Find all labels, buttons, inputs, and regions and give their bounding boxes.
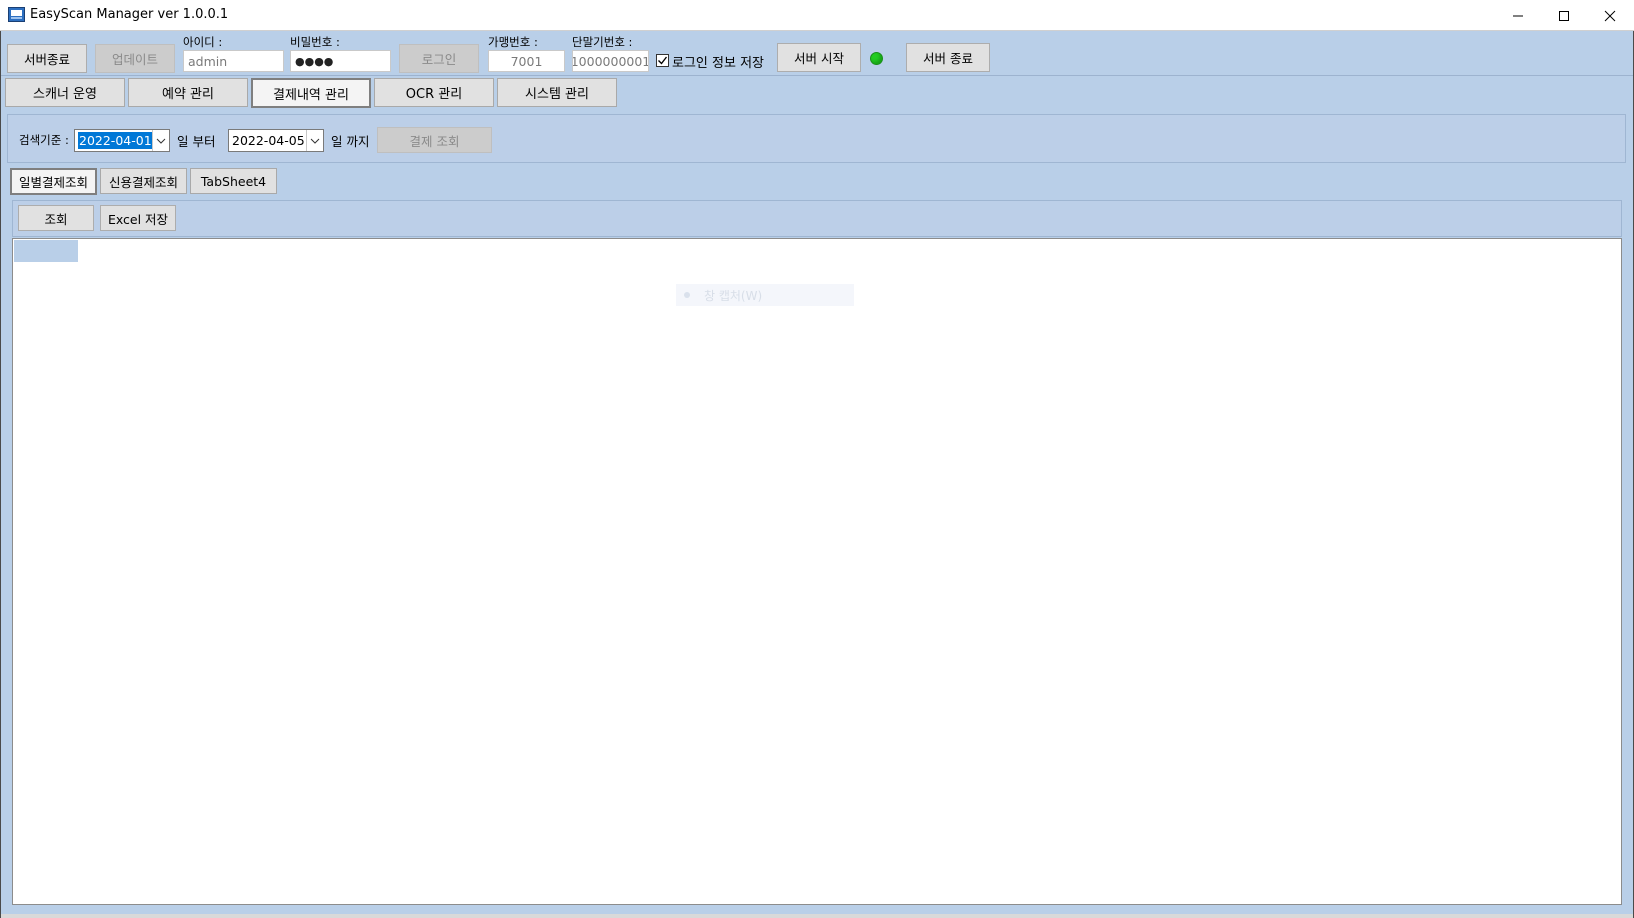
chevron-down-icon[interactable] (306, 130, 323, 151)
grid-header-cell (14, 240, 78, 262)
tab-reservation[interactable]: 예약 관리 (128, 78, 248, 107)
server-status-indicator (870, 52, 883, 65)
password-label: 비밀번호 : (290, 35, 340, 49)
close-icon (1604, 10, 1616, 21)
minimize-button[interactable] (1495, 0, 1541, 31)
title-bar: EasyScan Manager ver 1.0.0.1 (0, 0, 1634, 31)
merchant-number-field[interactable]: 7001 (488, 50, 565, 72)
save-login-checkbox[interactable] (656, 54, 669, 67)
checkmark-icon (658, 56, 668, 65)
minimize-icon (1513, 15, 1523, 16)
excel-save-button[interactable]: Excel 저장 (100, 205, 176, 231)
close-button[interactable] (1587, 0, 1633, 31)
tab-system[interactable]: 시스템 관리 (497, 78, 617, 107)
to-date-picker[interactable]: 2022-04-05 (228, 129, 324, 152)
server-stop-button[interactable]: 서버 종료 (906, 43, 990, 72)
action-panel (12, 200, 1622, 237)
tab-ocr[interactable]: OCR 관리 (374, 78, 494, 107)
to-suffix-label: 일 까지 (331, 134, 370, 149)
app-icon (8, 7, 25, 22)
ghost-menu-text: 창 캡처(W) (704, 288, 763, 303)
password-field[interactable]: ●●●● (290, 50, 391, 72)
save-login-label: 로그인 정보 저장 (672, 56, 764, 71)
window-title: EasyScan Manager ver 1.0.0.1 (30, 7, 229, 22)
toolbar-divider (1, 75, 1633, 76)
ghost-context-menu: 창 캡처(W) (676, 284, 854, 306)
window-border-left (0, 31, 1, 918)
query-button[interactable]: 조회 (18, 205, 94, 231)
tab-scanner-operation[interactable]: 스캐너 운영 (5, 78, 125, 107)
tab-payment-history[interactable]: 결제내역 관리 (251, 78, 371, 108)
maximize-icon (1559, 10, 1569, 21)
merchant-label: 가맹번호 : (488, 35, 538, 49)
bottom-edge (1, 914, 1633, 918)
results-grid[interactable] (12, 238, 1622, 905)
search-criteria-label: 검색기준 : (19, 133, 69, 147)
id-field[interactable]: admin (183, 50, 284, 72)
server-start-button[interactable]: 서버 시작 (777, 43, 861, 72)
tab-daily-payment[interactable]: 일별결제조회 (10, 168, 97, 195)
bullet-icon (684, 292, 690, 298)
chevron-down-icon[interactable] (152, 130, 169, 151)
from-date-picker[interactable]: 2022-04-01 (74, 129, 170, 152)
tab-sheet4[interactable]: TabSheet4 (190, 168, 277, 194)
terminal-number-field[interactable]: 1000000001 (572, 50, 649, 72)
maximize-button[interactable] (1541, 0, 1587, 31)
update-button[interactable]: 업데이트 (95, 44, 175, 73)
login-button[interactable]: 로그인 (399, 44, 479, 73)
to-date-value: 2022-04-05 (232, 133, 305, 148)
from-date-value: 2022-04-01 (78, 132, 153, 149)
tab-credit-payment[interactable]: 신용결제조회 (100, 168, 187, 194)
from-suffix-label: 일 부터 (177, 134, 216, 149)
terminal-label: 단말기번호 : (572, 35, 633, 49)
id-label: 아이디 : (183, 35, 223, 49)
server-quit-button[interactable]: 서버종료 (7, 44, 87, 73)
payment-query-button[interactable]: 결제 조회 (377, 127, 492, 153)
